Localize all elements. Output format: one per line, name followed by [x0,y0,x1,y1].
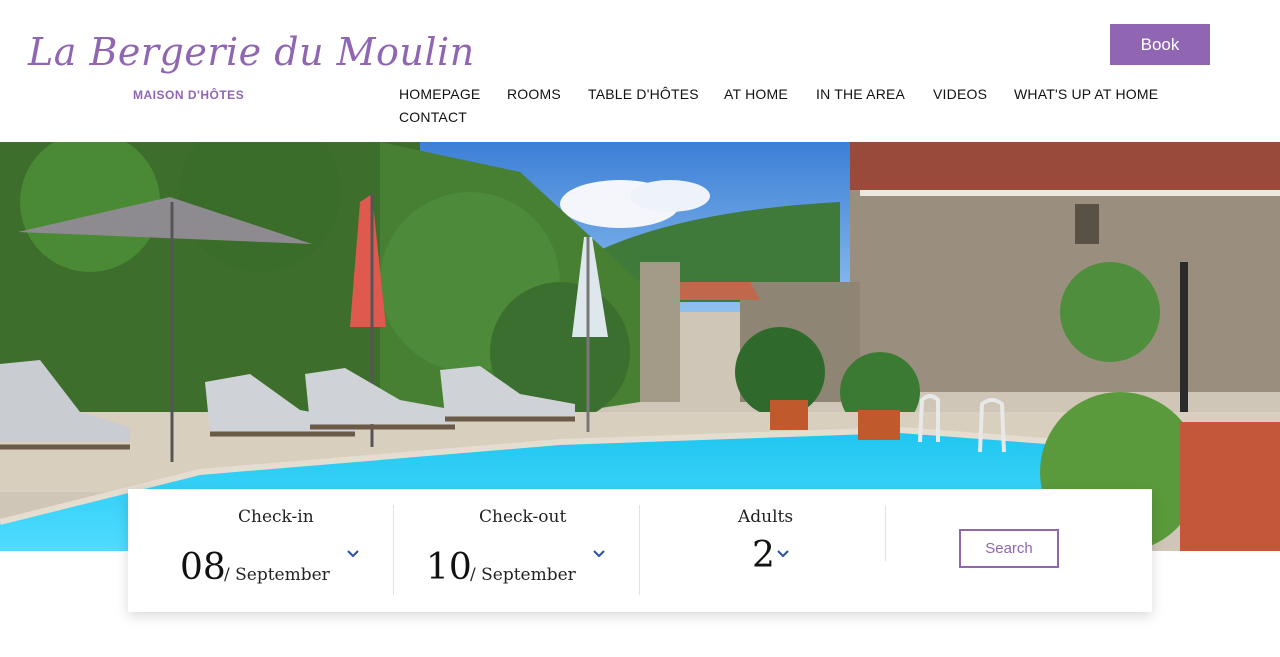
checkout-month: / September [470,565,576,585]
checkin-month: / September [224,565,330,585]
nav-item-table-dhotes[interactable]: TABLE D'HÔTES [588,86,699,102]
adults-label: Adults [738,507,794,527]
site-header: La Bergerie du Moulin MAISON D'HÔTES Boo… [0,0,1280,142]
search-button[interactable]: Search [959,529,1059,568]
nav-item-at-home[interactable]: AT HOME [724,86,788,102]
nav-item-rooms[interactable]: ROOMS [507,86,561,102]
divider [885,505,886,561]
nav-item-whats-up[interactable]: WHAT'S UP AT HOME [1014,86,1158,102]
checkout-field[interactable]: Check-out 10 / September [394,489,639,612]
book-button[interactable]: Book [1110,24,1210,65]
site-logo[interactable]: La Bergerie du Moulin MAISON D'HÔTES [28,28,475,102]
chevron-down-icon[interactable] [776,549,790,559]
adults-field[interactable]: Adults 2 [640,489,885,612]
nav-item-videos[interactable]: VIDEOS [933,86,987,102]
checkin-day: 08 [180,547,226,588]
adults-value: 2 [752,535,775,576]
checkin-field[interactable]: Check-in 08 / September [128,489,393,612]
chevron-down-icon[interactable] [346,549,360,559]
logo-title: La Bergerie du Moulin [28,30,475,74]
booking-widget: Check-in 08 / September Check-out 10 / S… [128,489,1152,612]
logo-tagline: MAISON D'HÔTES [133,88,245,102]
checkout-label: Check-out [479,507,567,527]
checkout-day: 10 [426,547,472,588]
checkin-label: Check-in [238,507,314,527]
nav-item-homepage[interactable]: HOMEPAGE [399,86,480,102]
nav-item-in-the-area[interactable]: IN THE AREA [816,86,905,102]
nav-item-contact[interactable]: CONTACT [399,109,467,125]
chevron-down-icon[interactable] [592,549,606,559]
